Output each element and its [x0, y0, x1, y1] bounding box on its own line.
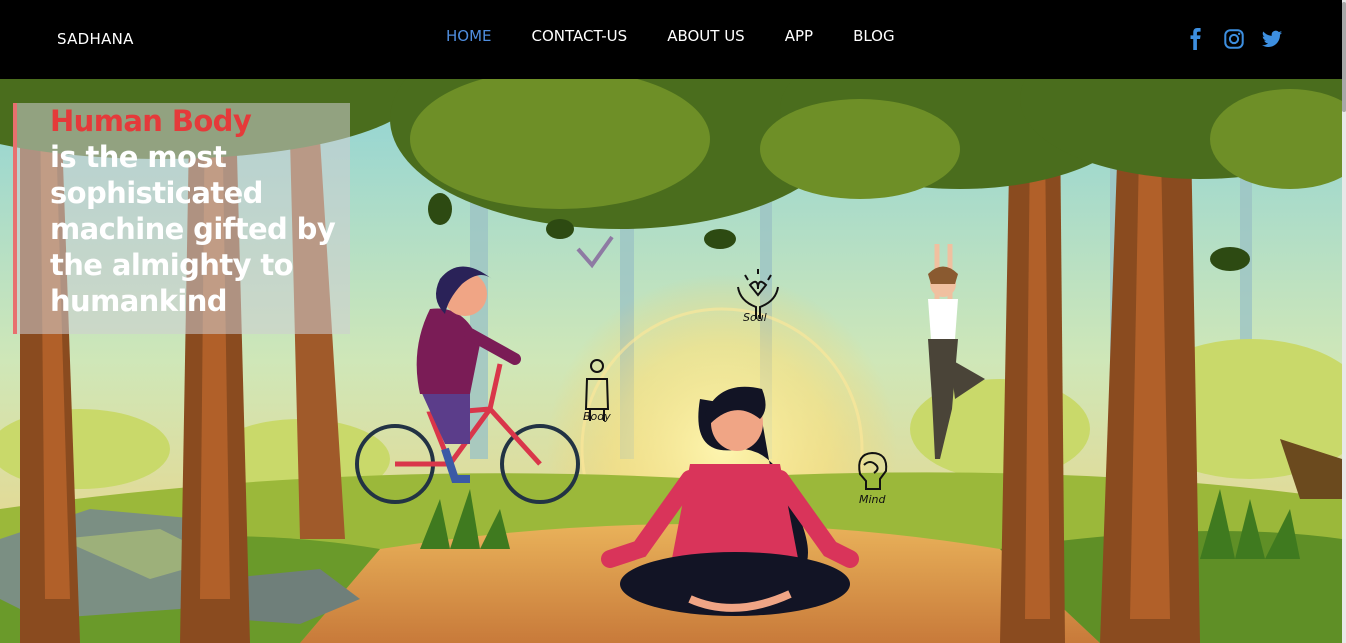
hero-caption: Human Body is the most sophisticated mac… [13, 103, 350, 334]
scrollbar-thumb[interactable] [1342, 2, 1346, 112]
top-navbar: SADHANA HOME CONTACT-US ABOUT US APP BLO… [0, 0, 1346, 79]
hero-highlight-heading: Human Body [50, 104, 252, 138]
body-label: Body [583, 410, 611, 423]
nav-link-app[interactable]: APP [785, 27, 813, 45]
twitter-icon[interactable] [1261, 28, 1283, 50]
nav-link-home[interactable]: HOME [446, 27, 492, 45]
social-links [1185, 28, 1283, 50]
instagram-icon[interactable] [1223, 28, 1245, 50]
hero-heading-text: is the most sophisticated machine gifted… [50, 140, 336, 318]
facebook-icon[interactable] [1185, 28, 1207, 50]
nav-link-about-us[interactable]: ABOUT US [667, 27, 745, 45]
hero-section: Human Body is the most sophisticated mac… [0, 79, 1342, 643]
page-scrollbar[interactable] [1342, 0, 1346, 643]
mind-label: Mind [859, 493, 886, 506]
nav-link-contact-us[interactable]: CONTACT-US [532, 27, 628, 45]
nav-link-blog[interactable]: BLOG [853, 27, 895, 45]
main-nav: HOME CONTACT-US ABOUT US APP BLOG [446, 27, 935, 45]
soul-label: Soul [743, 311, 767, 324]
brand-logo[interactable]: SADHANA [57, 30, 134, 48]
